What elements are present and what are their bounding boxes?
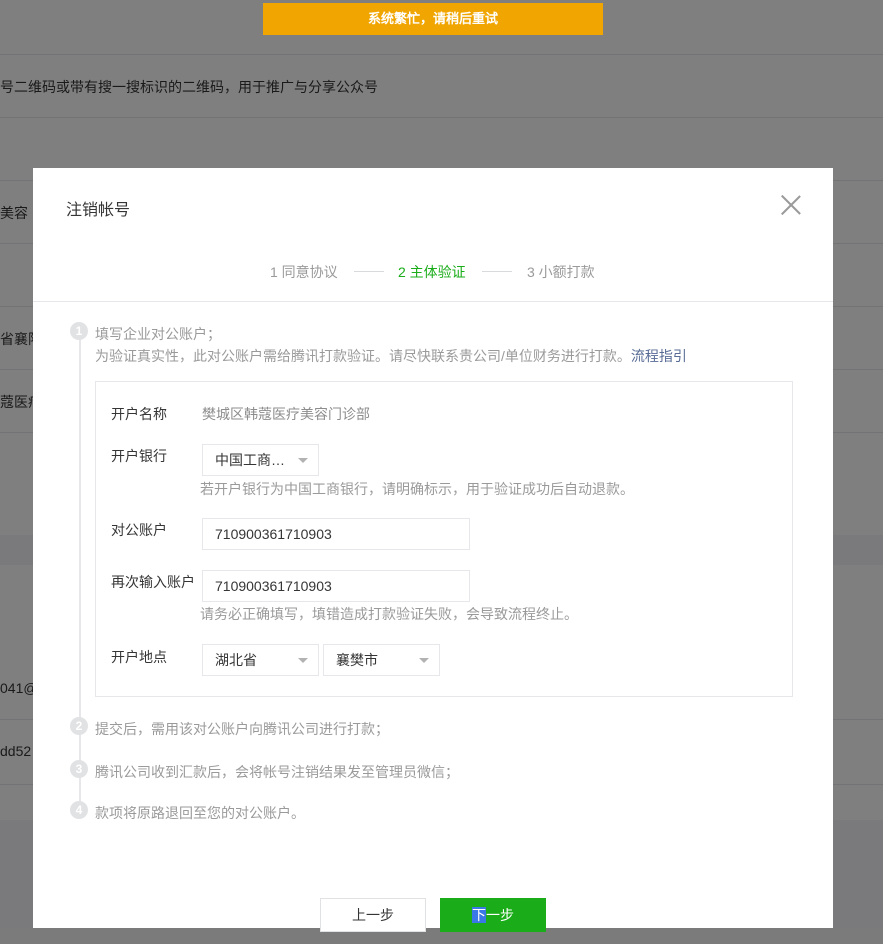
province-select[interactable]: 湖北省 (202, 644, 319, 676)
step1-title: 填写企业对公账户； (95, 326, 221, 342)
bank-account-form: 开户名称 樊城区韩蔻医疗美容门诊部 开户银行 中国工商… 若开户银行为中国工商银… (95, 381, 793, 697)
next-button-label: 一步 (486, 907, 514, 923)
close-icon[interactable] (779, 192, 803, 216)
process-guide-link[interactable]: 流程指引 (631, 348, 687, 364)
location-label: 开户地点 (111, 649, 167, 665)
step-number-badge: 1 (70, 322, 88, 340)
step3-text: 腾讯公司收到汇款后，会将帐号注销结果发至管理员微信； (95, 764, 459, 780)
step-number-badge: 2 (70, 717, 88, 735)
step-divider (354, 271, 384, 272)
chevron-down-icon (419, 658, 429, 663)
error-toast: 系统繁忙，请稍后重试 (263, 3, 603, 35)
dialog-divider (33, 301, 833, 302)
bank-select-value: 中国工商… (215, 452, 285, 468)
timeline-line (79, 333, 81, 807)
city-select[interactable]: 襄樊市 (323, 644, 440, 676)
next-step-button[interactable]: 下一步 (440, 898, 546, 932)
step-number-badge: 3 (70, 760, 88, 778)
step2-text: 提交后，需用该对公账户向腾讯公司进行打款； (95, 721, 389, 737)
selected-text: 下 (472, 907, 486, 923)
chevron-down-icon (298, 658, 308, 663)
dialog-title: 注销帐号 (66, 202, 131, 219)
step-payment: 3 小额打款 (527, 264, 595, 280)
step1-description: 为验证真实性，此对公账户需给腾讯打款验证。请尽快联系贵公司/单位财务进行打款。流… (95, 346, 687, 366)
step-number-badge: 4 (70, 801, 88, 819)
cancel-account-dialog: 注销帐号 1 同意协议 2 主体验证 3 小额打款 1 填写企业对公账户； 为验… (33, 168, 833, 932)
step-divider (482, 271, 512, 272)
bank-select[interactable]: 中国工商… (202, 444, 319, 476)
bank-hint: 若开户银行为中国工商银行，请明确标示，用于验证成功后自动退款。 (200, 481, 634, 497)
account-name-label: 开户名称 (111, 406, 167, 422)
account-confirm-input[interactable]: 710900361710903 (202, 570, 470, 602)
step-progress: 1 同意协议 2 主体验证 3 小额打款 (33, 262, 833, 282)
prev-step-button[interactable]: 上一步 (320, 898, 426, 932)
account-name-value: 樊城区韩蔻医疗美容门诊部 (202, 406, 370, 422)
bank-label: 开户银行 (111, 448, 167, 464)
account-hint: 请务必正确填写，填错造成打款验证失败，会导致流程终止。 (200, 606, 578, 622)
step1-desc-text: 为验证真实性，此对公账户需给腾讯打款验证。请尽快联系贵公司/单位财务进行打款。 (95, 348, 631, 364)
chevron-down-icon (298, 458, 308, 463)
province-select-value: 湖北省 (215, 652, 257, 668)
step-agree: 1 同意协议 (270, 264, 338, 280)
city-select-value: 襄樊市 (336, 652, 378, 668)
step4-text: 款项将原路退回至您的对公账户。 (95, 805, 305, 821)
step-verify: 2 主体验证 (398, 264, 466, 280)
account-input[interactable]: 710900361710903 (202, 518, 470, 550)
account-label: 对公账户 (111, 522, 167, 538)
account-confirm-label: 再次输入账户 (111, 574, 195, 590)
